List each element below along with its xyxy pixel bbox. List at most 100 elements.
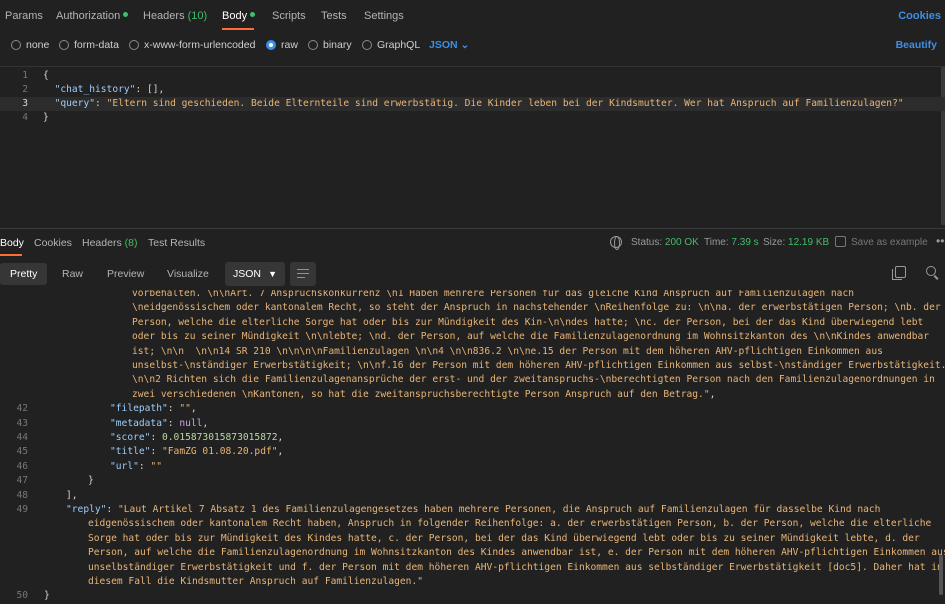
line-number: 49 [16,504,28,515]
radio-circle-icon [308,40,318,50]
active-response-tab-indicator [0,254,22,256]
code-text: "query": "Eltern sind geschieden. Beide … [43,97,904,111]
code-text: unselbst-\nständiger Erwerbstätigkeit; \… [132,359,945,373]
more-options-icon[interactable]: ••• [936,234,945,248]
code-line: 47} [0,474,945,488]
tab-params[interactable]: Params [5,10,43,22]
code-text: "score": 0.015873015873015872, [110,431,283,445]
response-time[interactable]: Time: 7.39 s [704,237,759,248]
tab-settings[interactable]: Settings [364,10,404,22]
beautify-button[interactable]: Beautify [896,39,937,51]
tab-scripts[interactable]: Scripts [272,10,306,22]
code-token: , [190,403,197,415]
code-text: Sorge hat oder bis zur Mündigkeit des Ki… [88,532,920,546]
code-text: Person, auf welche die Familienzulagenor… [88,546,945,560]
view-visualize-button[interactable]: Visualize [157,263,219,285]
code-token: unselbst-\nständiger Erwerbstätigkeit; \… [132,360,945,371]
request-tabs: Params Authorization Headers (10) Body S… [0,0,945,33]
radio-none[interactable]: none [11,39,49,51]
radio-label: GraphQL [377,39,421,51]
radio-circle-icon [59,40,69,50]
code-token: \n\n2 Richten sich die Familienzulagenan… [132,374,935,386]
code-token: Sorge hat oder bis zur Mündigkeit des Ki… [88,532,920,544]
tab-headers[interactable]: Headers (10) [143,10,207,22]
cookies-link[interactable]: Cookies [898,10,941,22]
radio-binary[interactable]: binary [308,39,352,51]
response-tabs: Body Cookies Headers (8) Test Results St… [0,229,945,257]
code-line: zwei verschiedenen \nKantonen, so hat di… [0,388,945,402]
code-token: Person, auf welche die Familienzulagenor… [88,547,945,559]
code-text: oder bis zu seiner Mündigkeit \n\nlebte;… [132,330,929,344]
body-format-dropdown[interactable]: JSON ⌄ [429,39,469,51]
tab-authorization[interactable]: Authorization [56,10,129,22]
tab-headers-label: Headers [143,10,185,22]
copy-icon[interactable] [892,266,906,280]
tab-response-headers-label: Headers [82,237,122,249]
wrap-lines-button[interactable] [290,262,316,286]
code-line: vorbehalten. \n\nArt. 7 Anspruchskonkurr… [0,290,945,301]
chevron-down-icon: ▼ [268,269,277,279]
tab-tests[interactable]: Tests [321,10,347,22]
tab-test-results[interactable]: Test Results [148,237,205,249]
code-token: "filepath" [110,403,168,415]
code-token: "url" [110,460,139,472]
code-token: : [], [135,84,165,95]
code-text: "filepath": "", [110,402,197,416]
code-token: "query" [54,98,95,109]
code-text: diesem Fall die Kindsmutter Anspruch auf… [88,575,423,589]
tab-body[interactable]: Body [222,10,256,22]
search-icon[interactable] [926,266,936,276]
tab-response-cookies[interactable]: Cookies [34,237,72,249]
code-line: diesem Fall die Kindsmutter Anspruch auf… [0,575,945,589]
time-value: 7.39 s [731,237,759,248]
tab-response-headers[interactable]: Headers (8) [82,237,137,249]
tab-authorization-label: Authorization [56,10,121,22]
code-line: unselbständiger Erwerbstätigkeit und f. … [0,561,945,575]
code-text: } [43,111,49,125]
code-token: } [44,590,50,602]
code-text: ist; \n\n \n\n14 SR 210 \n\n\n\nFamilien… [132,345,883,359]
line-number: 1 [22,70,28,81]
view-pretty-button[interactable]: Pretty [0,263,48,285]
save-as-example-button[interactable]: Save as example [851,237,928,248]
response-scrollbar-thumb[interactable] [939,555,943,595]
response-format-dropdown[interactable]: JSON ▼ [225,262,285,286]
radio-circle-icon [129,40,139,50]
response-body-viewer[interactable]: vorbehalten. \n\nArt. 7 Anspruchskonkurr… [0,290,945,604]
code-text: } [44,589,50,603]
code-token: "metadata" [110,417,168,429]
radio-graphql[interactable]: GraphQL [362,39,420,51]
radio-x-www-form-urlencoded[interactable]: x-www-form-urlencoded [129,39,255,51]
code-line: Person, welche die elterliche Sorge hat … [0,316,945,330]
view-preview-button[interactable]: Preview [97,263,154,285]
status-dot-icon [250,12,256,17]
code-line: 1{ [0,69,945,83]
code-text: vorbehalten. \n\nArt. 7 Anspruchskonkurr… [132,290,854,301]
code-text: eidgenössischem oder kantonalem Recht ha… [88,517,931,531]
code-token: : [167,403,180,415]
code-token: "Laut Artikel 7 Absatz 1 des Familienzul… [118,504,881,515]
response-size[interactable]: Size: 12.19 KB [763,237,829,248]
code-token: { [43,70,49,81]
radio-raw[interactable]: raw [266,39,298,51]
globe-icon[interactable] [610,236,622,250]
status-code[interactable]: Status: 200 OK [631,237,699,248]
code-token: : [150,446,162,458]
line-number: 3 [22,98,28,109]
code-token: "" [150,460,163,472]
tab-body-label: Body [222,10,248,22]
tab-response-body[interactable]: Body [0,237,24,249]
code-line: 3 "query": "Eltern sind geschieden. Beid… [0,97,945,111]
code-token: , [277,446,284,458]
radio-circle-icon [11,40,21,50]
code-token: "FamZG 01.08.20.pdf" [162,446,278,458]
view-raw-button[interactable]: Raw [52,263,93,285]
request-body-editor[interactable]: 1{2 "chat_history": [], 3 "query": "Elter… [0,66,945,225]
size-label: Size: [763,237,786,248]
radio-form-data[interactable]: form-data [59,39,119,51]
radio-selected-icon [266,40,276,50]
radio-label: raw [281,39,298,51]
code-token: "title" [110,446,151,458]
